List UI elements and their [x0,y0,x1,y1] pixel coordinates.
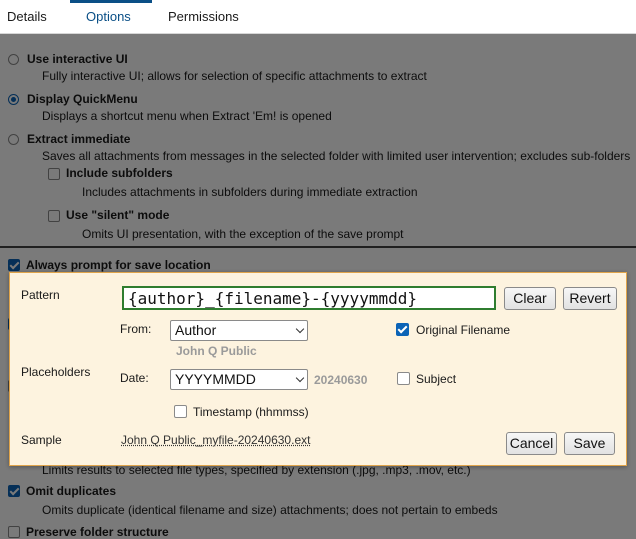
silent-mode-checkbox[interactable] [48,210,60,222]
preserve-folder-label: Preserve folder structure [26,525,169,539]
include-subfolders-desc: Includes attachments in subfolders durin… [82,185,418,199]
date-select[interactable]: YYYYMMDD [170,369,308,390]
subject-label: Subject [416,372,457,386]
include-subfolders-checkbox[interactable] [48,168,60,180]
tab-permissions[interactable]: Permissions [168,9,239,24]
tab-details[interactable]: Details [7,9,47,24]
revert-button[interactable]: Revert [563,287,617,310]
extract-immediate-radio[interactable] [8,134,19,145]
original-filename-label: Original Filename [416,323,511,337]
clear-button[interactable]: Clear [504,287,556,310]
original-filename-checkbox[interactable] [396,323,409,336]
omit-duplicates-desc: Omits duplicate (identical filename and … [42,503,498,517]
pattern-label: Pattern [21,288,60,302]
sample-label: Sample [21,433,62,447]
chevron-down-icon [295,324,305,334]
silent-mode-desc: Omits UI presentation, with the exceptio… [82,227,404,241]
include-subfolders-label: Include subfolders [66,166,173,180]
tab-bar: Details Options Permissions [0,0,636,34]
subject-checkbox[interactable] [397,372,410,385]
cancel-button[interactable]: Cancel [506,432,557,455]
pattern-dialog: Pattern Clear Revert From: Author John Q… [9,272,627,466]
always-prompt-label: Always prompt for save location [26,258,211,272]
chevron-down-icon [295,373,305,383]
quickmenu-desc: Displays a shortcut menu when Extract 'E… [42,109,332,123]
extract-immediate-label: Extract immediate [27,132,131,146]
preserve-folder-checkbox[interactable] [8,526,20,538]
from-label: From: [120,322,152,336]
timestamp-label: Timestamp (hhmmss) [193,405,309,419]
date-label: Date: [120,371,149,385]
save-button[interactable]: Save [564,432,615,455]
interactive-ui-radio[interactable] [8,54,19,65]
placeholders-label: Placeholders [21,365,91,379]
pattern-input[interactable] [122,286,496,310]
omit-duplicates-checkbox[interactable] [8,485,20,497]
from-select-value: Author [175,322,217,338]
active-tab-indicator [70,0,152,3]
from-select[interactable]: Author [170,320,308,341]
interactive-ui-desc: Fully interactive UI; allows for selecti… [42,69,427,83]
extract-immediate-desc: Saves all attachments from messages in t… [42,149,631,163]
quickmenu-label: Display QuickMenu [27,92,138,106]
timestamp-checkbox[interactable] [174,405,187,418]
tab-options[interactable]: Options [86,9,131,24]
date-select-value: YYYYMMDD [175,371,256,387]
date-hint: 20240630 [314,373,368,387]
quickmenu-radio[interactable] [8,94,19,105]
from-hint: John Q Public [176,344,257,358]
silent-mode-label: Use "silent" mode [66,208,170,222]
section-divider [0,246,636,248]
omit-duplicates-label: Omit duplicates [26,484,117,498]
interactive-ui-label: Use interactive UI [27,52,128,66]
sample-value: John Q Public_myfile-20240630.ext [121,433,311,447]
always-prompt-checkbox[interactable] [8,259,20,271]
